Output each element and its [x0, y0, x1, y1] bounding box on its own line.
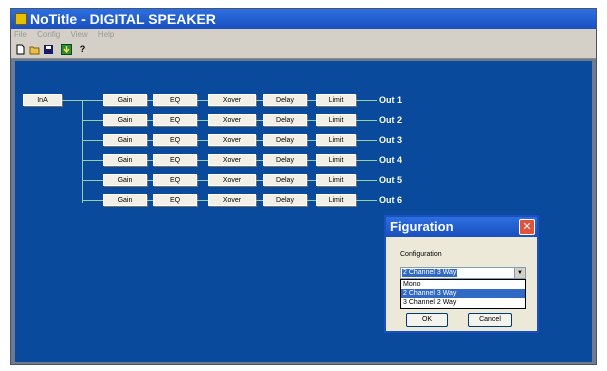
dialog-title-bar[interactable]: Figuration: [386, 217, 537, 237]
open-folder-icon[interactable]: [29, 44, 40, 55]
menu-bar: File Config View Help: [11, 29, 596, 41]
option-2-channel-3-way[interactable]: 2 Channel 3 Way: [401, 289, 525, 298]
menu-file[interactable]: File: [14, 30, 27, 39]
connector-line: [197, 180, 208, 181]
module-eq-button[interactable]: EQ: [153, 194, 197, 206]
ok-button[interactable]: OK: [406, 313, 448, 327]
module-xover-button[interactable]: Xover: [208, 154, 256, 166]
module-xover-button[interactable]: Xover: [208, 94, 256, 106]
module-eq-button[interactable]: EQ: [153, 134, 197, 146]
output-label: Out 2: [379, 115, 403, 125]
connector-line: [256, 200, 263, 201]
chevron-down-icon[interactable]: ▼: [514, 268, 525, 278]
window-title: NoTitle - DIGITAL SPEAKER: [30, 11, 216, 27]
download-icon[interactable]: [61, 44, 72, 55]
cancel-button[interactable]: Cancel: [468, 313, 512, 327]
connector-line: [62, 100, 82, 101]
connector-line: [256, 160, 263, 161]
output-label: Out 1: [379, 95, 403, 105]
app-window: NoTitle - DIGITAL SPEAKER File Config Vi…: [10, 8, 597, 365]
module-delay-button[interactable]: Delay: [263, 94, 307, 106]
connector-line: [197, 160, 208, 161]
configuration-selected-value: 2 Channel 3 Way: [402, 269, 458, 277]
module-limit-button[interactable]: Limit: [316, 114, 356, 126]
new-document-icon[interactable]: [15, 44, 26, 55]
connector-line: [197, 120, 208, 121]
module-delay-button[interactable]: Delay: [263, 114, 307, 126]
module-xover-button[interactable]: Xover: [208, 114, 256, 126]
module-xover-button[interactable]: Xover: [208, 194, 256, 206]
output-label: Out 5: [379, 175, 403, 185]
module-delay-button[interactable]: Delay: [263, 174, 307, 186]
connector-line: [82, 120, 103, 121]
help-icon[interactable]: ?: [77, 44, 88, 55]
connector-line: [356, 100, 377, 101]
module-delay-button[interactable]: Delay: [263, 154, 307, 166]
module-gain-button[interactable]: Gain: [103, 134, 147, 146]
module-delay-button[interactable]: Delay: [263, 194, 307, 206]
output-label: Out 4: [379, 155, 403, 165]
module-gain-button[interactable]: Gain: [103, 154, 147, 166]
output-label: Out 6: [379, 195, 403, 205]
module-delay-button[interactable]: Delay: [263, 134, 307, 146]
connector-line: [307, 100, 316, 101]
toolbar: ?: [11, 41, 596, 59]
connector-line: [356, 120, 377, 121]
app-icon: [15, 13, 27, 25]
configuration-dropdown-list: Mono 2 Channel 3 Way 3 Channel 2 Way: [400, 279, 526, 309]
option-mono[interactable]: Mono: [401, 280, 525, 289]
connector-line: [82, 180, 103, 181]
configuration-dialog: Figuration ✕ Configuration 2 Channel 3 W…: [384, 215, 539, 333]
connector-line: [197, 200, 208, 201]
connector-line: [256, 100, 263, 101]
connector-line: [256, 120, 263, 121]
connector-line: [256, 140, 263, 141]
module-gain-button[interactable]: Gain: [103, 194, 147, 206]
module-xover-button[interactable]: Xover: [208, 174, 256, 186]
connector-line: [82, 140, 103, 141]
module-gain-button[interactable]: Gain: [103, 94, 147, 106]
connector-bus: [82, 100, 83, 203]
configuration-select[interactable]: 2 Channel 3 Way ▼: [400, 267, 526, 279]
connector-line: [356, 180, 377, 181]
menu-config[interactable]: Config: [37, 30, 60, 39]
close-icon[interactable]: ✕: [519, 219, 535, 235]
connector-line: [356, 200, 377, 201]
connector-line: [82, 100, 103, 101]
connector-line: [307, 160, 316, 161]
module-limit-button[interactable]: Limit: [316, 94, 356, 106]
connector-line: [197, 100, 208, 101]
output-label: Out 3: [379, 135, 403, 145]
connector-line: [307, 120, 316, 121]
module-limit-button[interactable]: Limit: [316, 134, 356, 146]
module-gain-button[interactable]: Gain: [103, 114, 147, 126]
module-limit-button[interactable]: Limit: [316, 194, 356, 206]
module-limit-button[interactable]: Limit: [316, 154, 356, 166]
connector-line: [356, 140, 377, 141]
save-icon[interactable]: [43, 44, 54, 55]
configuration-label: Configuration: [400, 251, 442, 258]
connector-line: [307, 140, 316, 141]
menu-view[interactable]: View: [70, 30, 87, 39]
module-eq-button[interactable]: EQ: [153, 114, 197, 126]
menu-help[interactable]: Help: [98, 30, 114, 39]
option-3-channel-2-way[interactable]: 3 Channel 2 Way: [401, 298, 525, 307]
connector-line: [356, 160, 377, 161]
connector-line: [82, 160, 103, 161]
module-xover-button[interactable]: Xover: [208, 134, 256, 146]
connector-line: [197, 140, 208, 141]
module-gain-button[interactable]: Gain: [103, 174, 147, 186]
module-limit-button[interactable]: Limit: [316, 174, 356, 186]
module-eq-button[interactable]: EQ: [153, 154, 197, 166]
module-eq-button[interactable]: EQ: [153, 174, 197, 186]
connector-line: [307, 200, 316, 201]
connector-line: [82, 200, 103, 201]
connector-line: [307, 180, 316, 181]
dialog-title: Figuration: [390, 219, 454, 234]
input-block-ina[interactable]: InA: [23, 94, 62, 106]
title-bar[interactable]: NoTitle - DIGITAL SPEAKER: [11, 9, 596, 29]
connector-line: [256, 180, 263, 181]
module-eq-button[interactable]: EQ: [153, 94, 197, 106]
